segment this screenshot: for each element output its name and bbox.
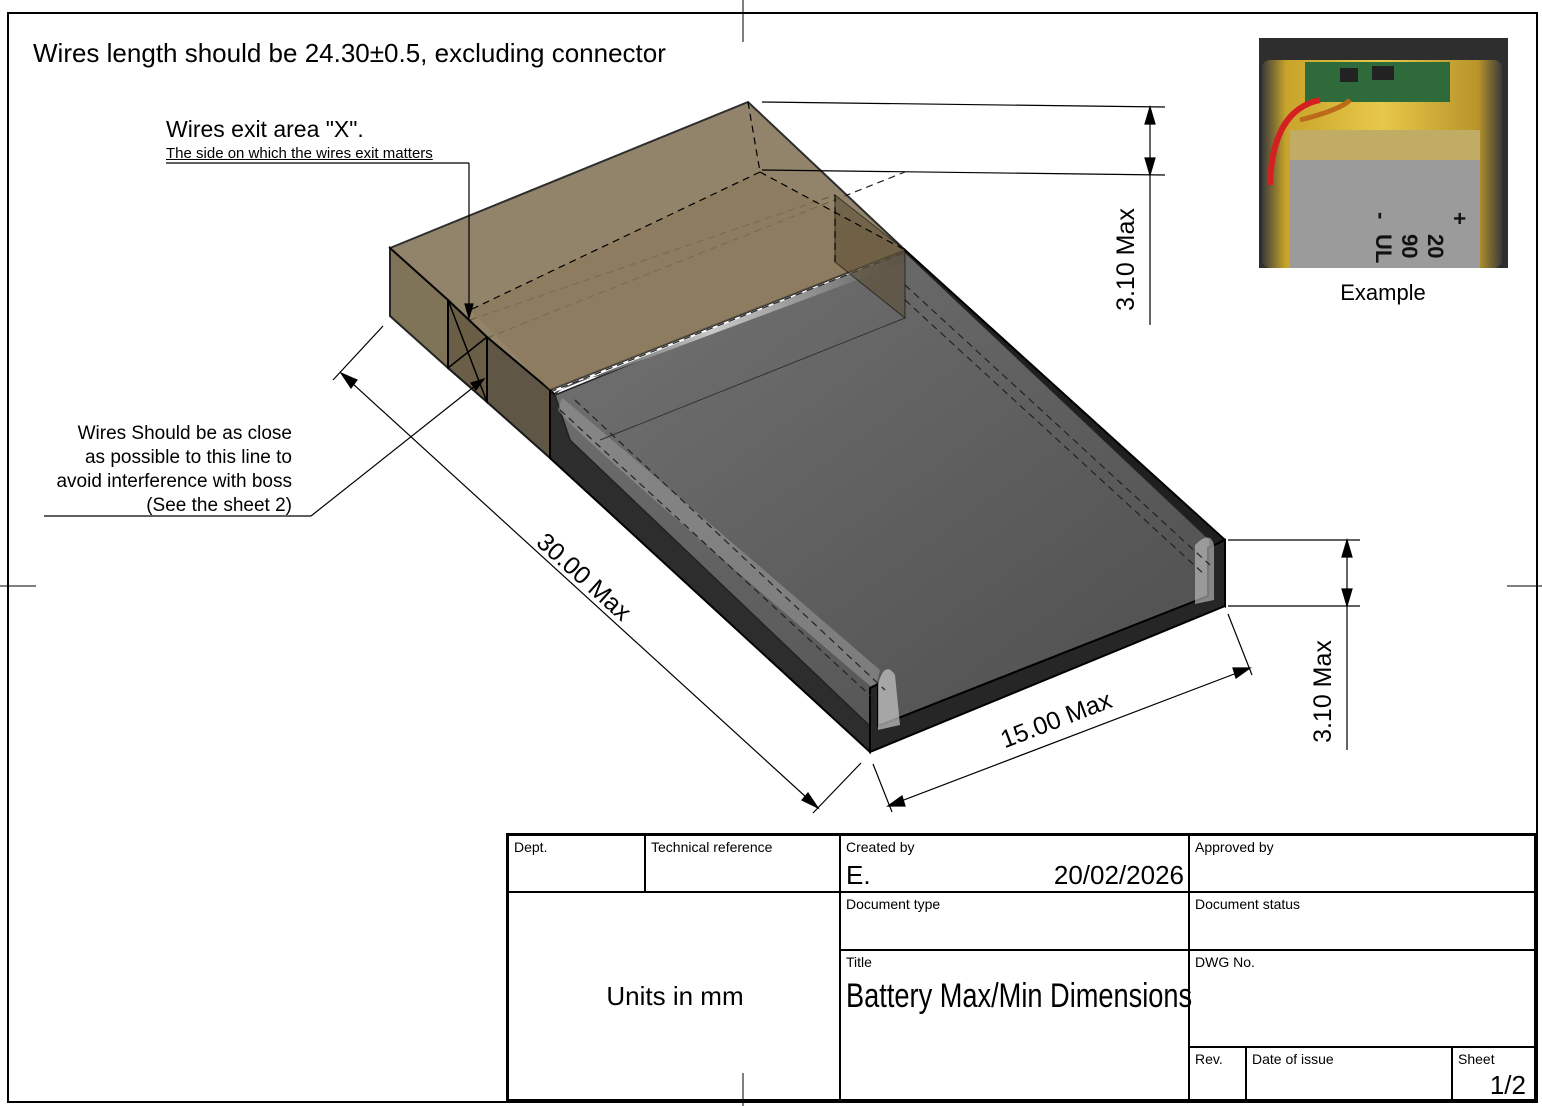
mark-minus: - <box>1369 212 1394 220</box>
rev-label: Rev. <box>1195 1051 1223 1067</box>
cell-date-of-issue: Date of issue <box>1246 1047 1452 1100</box>
dim-height-top-label: 3.10 Max <box>1111 208 1140 311</box>
dwg-no-label: DWG No. <box>1195 954 1255 970</box>
title-label: Title <box>846 954 872 970</box>
cell-tech-ref: Technical reference <box>645 835 840 892</box>
sheet-value: 1/2 <box>1489 1070 1526 1100</box>
wires-close-line-2: as possible to this line to <box>84 447 292 468</box>
battery-corner-roll-right <box>1195 537 1214 604</box>
example-caption: Example <box>1340 280 1426 305</box>
exit-area-note: Wires exit area "X". The side on which t… <box>166 116 433 162</box>
created-by-label: Created by <box>846 839 915 855</box>
wires-close-line-4: (See the sheet 2) <box>146 495 292 516</box>
mark-20: 20 <box>1423 234 1448 259</box>
wires-close-note: Wires Should be as close as possible to … <box>0 422 292 518</box>
cell-approved-by: Approved by <box>1189 835 1535 892</box>
cell-created-by: Created by E. 20/02/2026 <box>840 835 1189 892</box>
dim-height-right-label: 3.10 Max <box>1308 640 1337 743</box>
dept-label: Dept. <box>514 839 548 855</box>
cell-dwg-no: DWG No. <box>1189 950 1535 1047</box>
drawing-title: Battery Max/Min Dimensions <box>846 977 1193 1015</box>
cell-doc-status: Document status <box>1189 892 1535 950</box>
doc-type-label: Document type <box>846 896 941 912</box>
doc-status-label: Document status <box>1195 896 1301 912</box>
date-of-issue-label: Date of issue <box>1252 1051 1334 1067</box>
dim-height-right-lines <box>1228 537 1360 750</box>
mark-90: 90 <box>1397 234 1422 259</box>
sheet-label: Sheet <box>1458 1051 1495 1067</box>
mark-ul: UL <box>1371 234 1396 264</box>
wires-close-line-3: avoid interference with boss <box>56 471 292 492</box>
cell-rev: Rev. <box>1189 1047 1246 1100</box>
created-by-value: E. <box>846 860 871 890</box>
cell-units: Units in mm <box>508 892 840 1100</box>
wire-length-note: Wires length should be 24.30±0.5, exclud… <box>33 38 666 68</box>
exit-area-title: Wires exit area "X". <box>166 116 364 142</box>
cell-dept: Dept. <box>508 835 645 892</box>
cell-title: Title Battery Max/Min Dimensions <box>840 950 1193 1100</box>
cell-doc-type: Document type <box>840 892 1189 950</box>
wires-close-line-1: Wires Should be as close <box>77 423 292 444</box>
units-text: Units in mm <box>606 981 744 1011</box>
approved-by-label: Approved by <box>1195 839 1274 855</box>
exit-area-subtitle: The side on which the wires exit matters <box>166 145 433 162</box>
tech-ref-label: Technical reference <box>651 839 773 855</box>
created-date: 20/02/2026 <box>1053 860 1184 890</box>
title-block: Dept. Technical reference Created by E. … <box>506 833 1537 1102</box>
cell-sheet: Sheet 1/2 <box>1452 1047 1535 1100</box>
mark-plus: + <box>1447 212 1472 225</box>
